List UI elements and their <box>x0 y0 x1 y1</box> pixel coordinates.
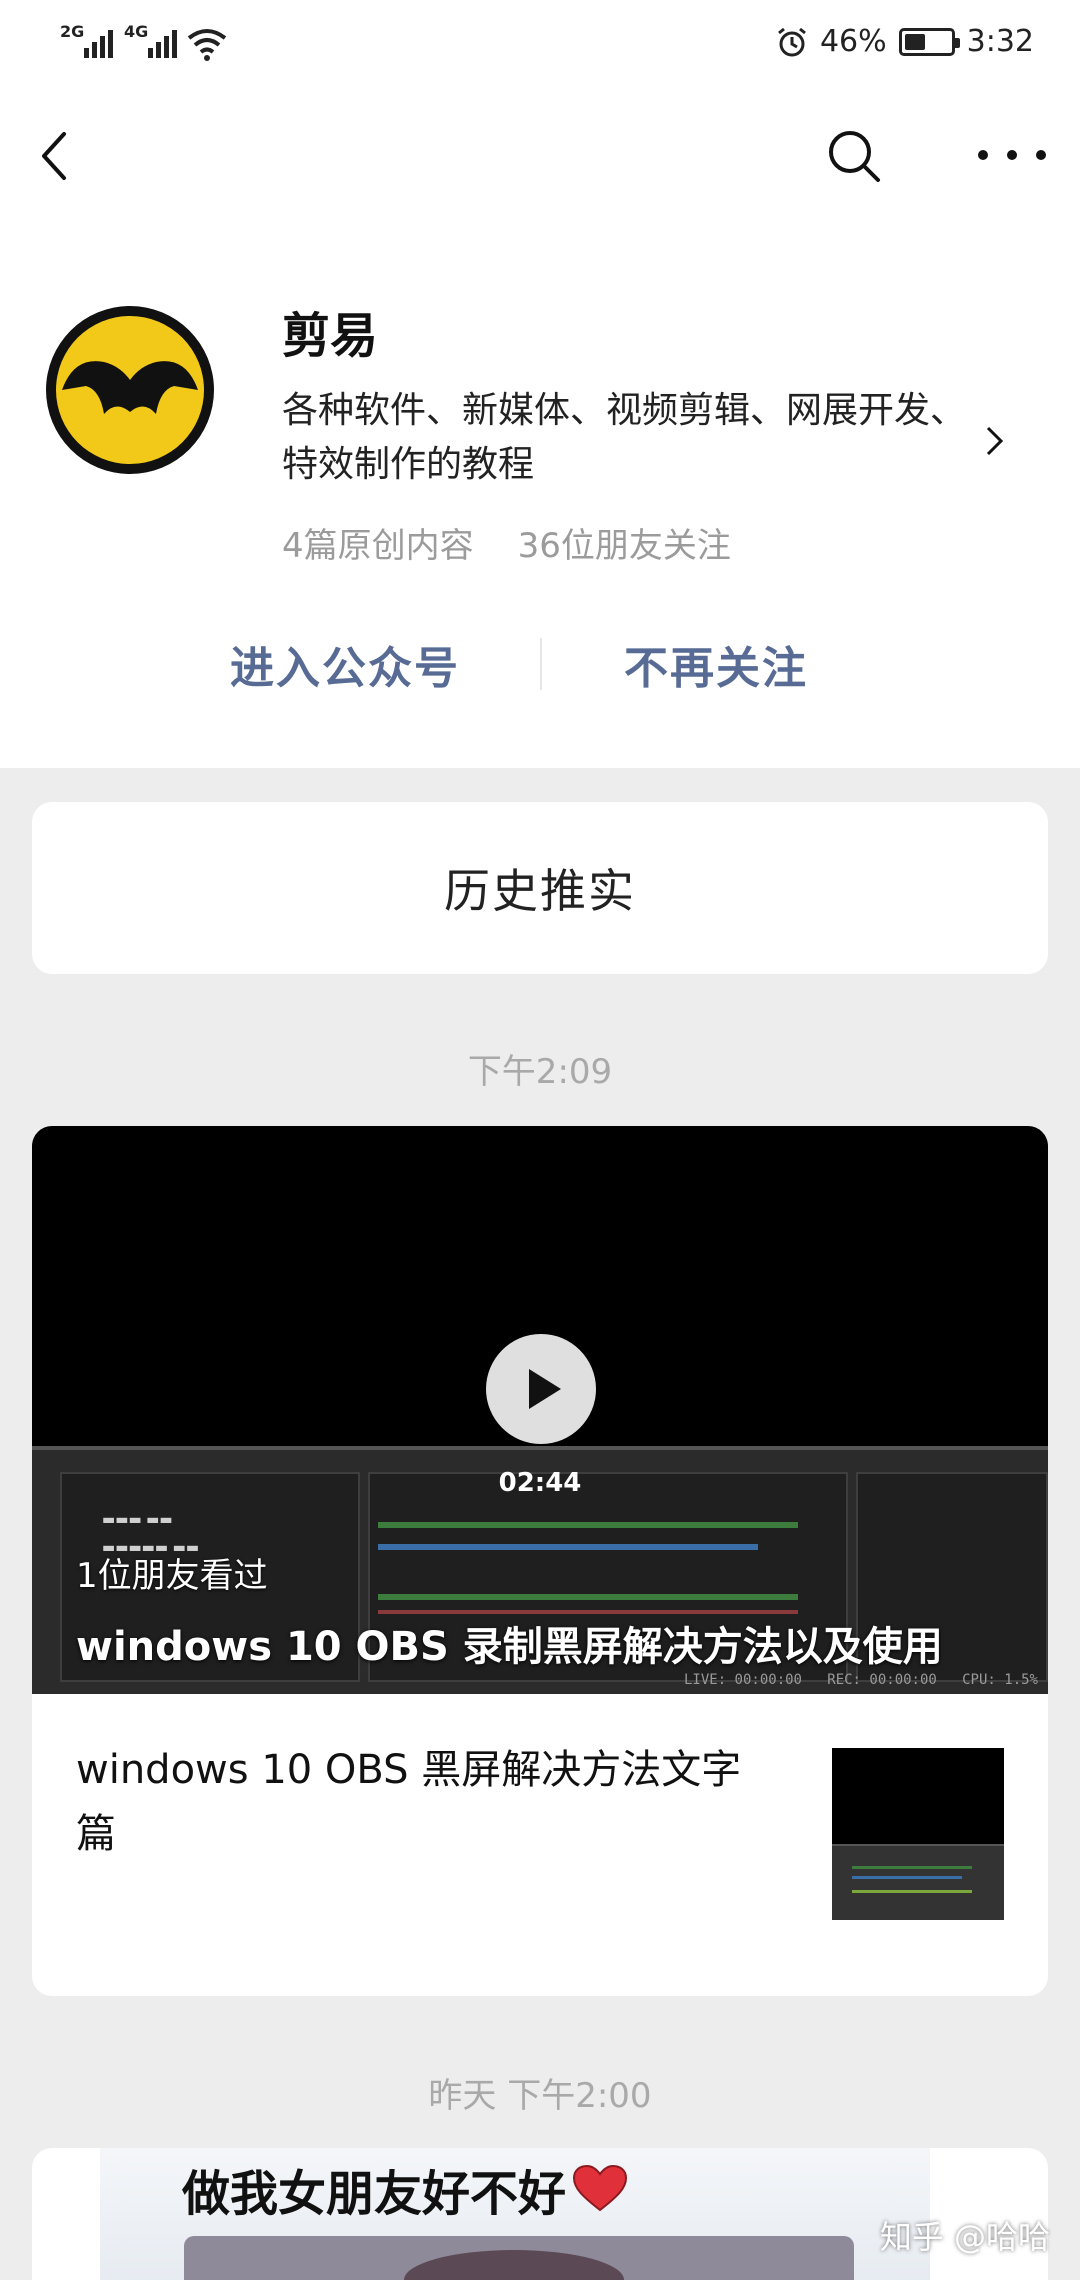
sub-article-title[interactable]: windows 10 OBS 黑屏解决方法文字篇 <box>76 1738 776 1866</box>
battery-icon <box>898 27 960 56</box>
video-cover[interactable]: ▬▬▬ ▬▬ ▬▬▬▬▬ ▬▬ LIVE: 00:00:00 REC: 00:0… <box>32 1126 1048 1694</box>
battery-percent: 46% <box>819 24 887 59</box>
account-description[interactable]: 各种软件、新媒体、视频剪辑、网展开发、特效制作的教程 <box>282 384 982 492</box>
follower-count: 36位朋友关注 <box>517 526 731 566</box>
history-card[interactable]: 历史推实 <box>32 802 1048 974</box>
original-count: 4篇原创内容 <box>282 526 474 566</box>
search-icon[interactable] <box>822 124 886 188</box>
enter-account-button[interactable]: 进入公众号 <box>230 632 460 696</box>
more-icon[interactable] <box>972 140 1052 170</box>
timestamp: 昨天 下午2:00 <box>428 2076 652 2116</box>
watermark: 知乎 @哈哈 <box>879 2218 1050 2256</box>
friends-viewed: 1位朋友看过 <box>76 1556 268 1596</box>
sub-article-thumbnail[interactable] <box>832 1748 1004 1920</box>
cover-illustration <box>184 2236 854 2280</box>
account-stats: 4篇原创内容 36位朋友关注 <box>282 518 731 567</box>
cover-title-text: 做我女朋友好不好 <box>182 2166 567 2222</box>
heart-icon <box>573 2164 628 2212</box>
account-actions: 进入公众号 不再关注 <box>0 626 1080 706</box>
network-type-2: 4G <box>124 22 149 41</box>
play-button[interactable] <box>486 1334 596 1444</box>
clock: 3:32 <box>966 24 1034 59</box>
signal-icon <box>148 28 177 58</box>
play-icon <box>529 1369 561 1409</box>
back-icon[interactable] <box>32 124 76 188</box>
signal-icon <box>84 28 113 58</box>
timestamp: 下午2:09 <box>467 1052 613 1092</box>
video-duration: 02:44 <box>498 1468 582 1498</box>
network-type-1: 2G <box>60 22 85 41</box>
unfollow-button[interactable]: 不再关注 <box>624 632 808 696</box>
article-card[interactable]: ▬▬▬ ▬▬ ▬▬▬▬▬ ▬▬ LIVE: 00:00:00 REC: 00:0… <box>32 1126 1048 1996</box>
battery-fill <box>904 33 925 50</box>
history-label: 历史推实 <box>444 864 636 918</box>
status-bar: 2G 4G 46% 3:32 <box>0 0 1080 92</box>
cover-title: 做我女朋友好不好 <box>182 2154 628 2224</box>
status-right: 46% 3:32 <box>776 24 1034 59</box>
account-avatar[interactable] <box>44 304 216 476</box>
alarm-icon <box>778 27 806 56</box>
action-divider <box>540 638 542 690</box>
wifi-icon <box>187 29 227 61</box>
account-name: 剪易 <box>282 308 379 364</box>
chevron-right-icon[interactable] <box>984 424 1006 458</box>
video-title[interactable]: windows 10 OBS 录制黑屏解决方法以及使用 <box>76 1614 943 1672</box>
